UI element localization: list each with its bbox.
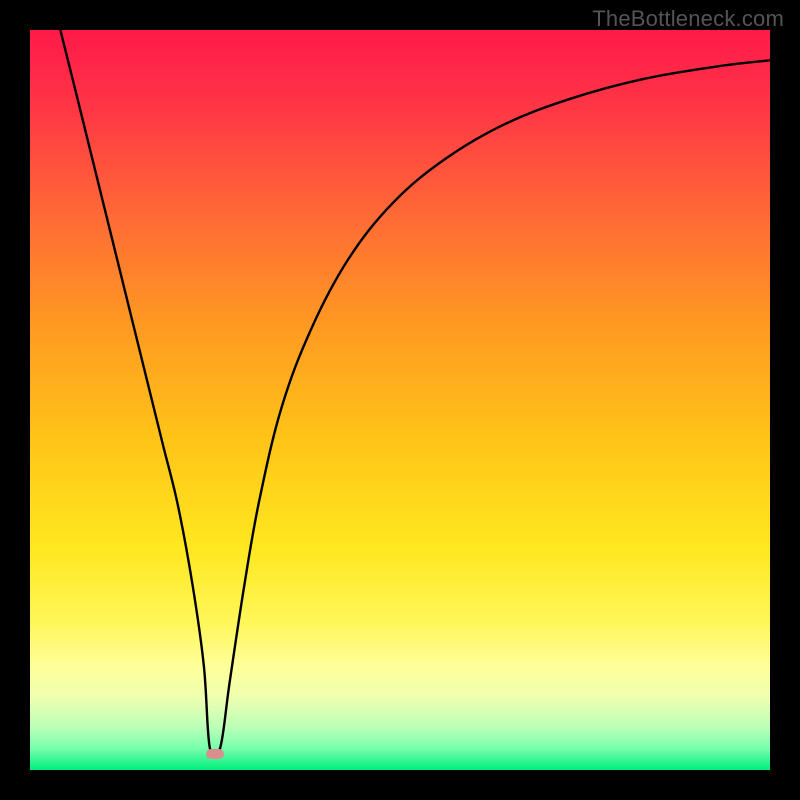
watermark-text: TheBottleneck.com [592,6,784,32]
plot-area [30,30,770,770]
minimum-marker [206,749,224,759]
heat-gradient [30,30,770,770]
